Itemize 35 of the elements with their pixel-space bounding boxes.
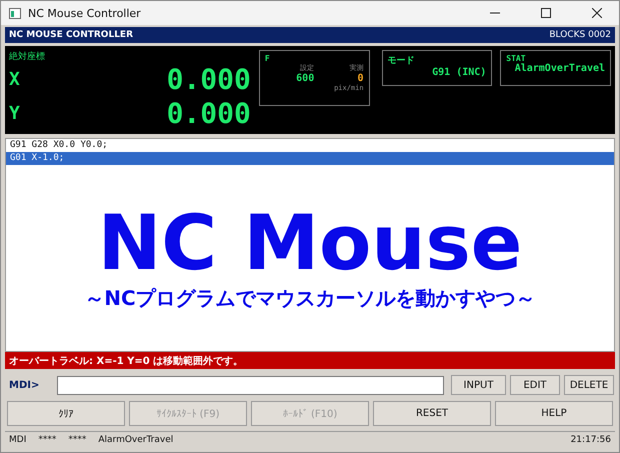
close-icon[interactable] <box>592 8 602 18</box>
action-button[interactable]: RESET <box>373 401 491 426</box>
app-heading: NC MOUSE CONTROLLER <box>9 30 134 40</box>
position-label: 絶対座標 <box>9 50 46 63</box>
program-line[interactable]: G91 G28 X0.0 Y0.0; <box>6 139 614 152</box>
maximize-icon[interactable] <box>541 8 551 18</box>
mdi-label: MDI> <box>8 380 40 390</box>
set-value: 600 <box>295 73 314 84</box>
feed-label: F <box>264 54 271 63</box>
mdi-button[interactable]: INPUT <box>451 375 506 395</box>
block-count: BLOCKS 0002 <box>549 30 611 40</box>
app-icon <box>9 8 21 18</box>
banner-title: NC Mouse <box>98 204 522 280</box>
axis-label: Y <box>9 102 20 124</box>
actual-value: 0 <box>356 73 364 84</box>
status-field: **** <box>38 434 56 444</box>
mdi-button[interactable]: DELETE <box>564 375 614 395</box>
status-mode: MDI <box>9 434 26 444</box>
axis-label: X <box>9 69 20 90</box>
window-title: NC Mouse Controller <box>28 6 142 20</box>
stat-value: AlarmOverTravel <box>514 63 606 74</box>
action-button[interactable]: HELP <box>495 401 613 426</box>
mode-label: モード <box>388 55 416 67</box>
mdi-button[interactable]: EDIT <box>510 375 560 395</box>
stat-label: STAT <box>506 54 527 63</box>
status-field: **** <box>68 434 86 444</box>
action-button[interactable]: ｸﾘｱ <box>7 401 125 426</box>
alarm-message: オーバートラベル: X=-1 Y=0 は移動範囲外です。 <box>5 352 615 369</box>
status-time: 21:17:56 <box>570 434 611 444</box>
mdi-input[interactable] <box>57 376 444 394</box>
banner-subtitle: ～NCプログラムでマウスカーソルを動かすやつ～ <box>84 284 536 312</box>
mode-value: G91 (INC) <box>431 67 486 78</box>
axis-value: 0.000 <box>166 63 251 96</box>
axis-value: 0.000 <box>166 96 251 130</box>
status-state: AlarmOverTravel <box>98 434 174 444</box>
